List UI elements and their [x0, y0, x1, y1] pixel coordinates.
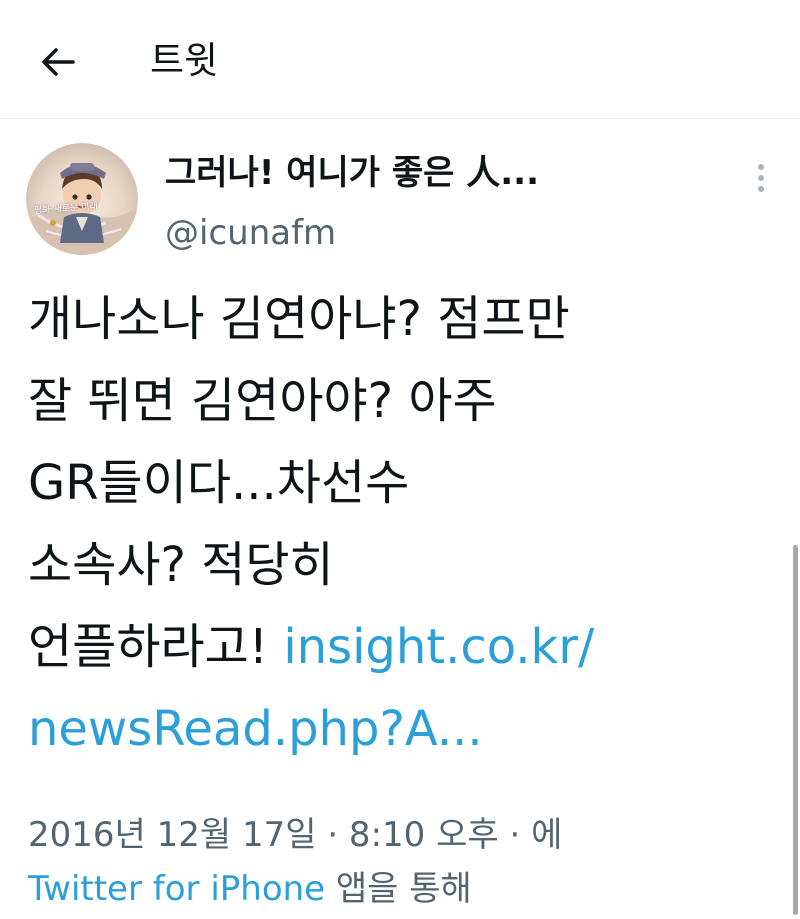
source-app-link[interactable]: Twitter for iPhone: [28, 869, 325, 909]
tweet-line: GR들이다...차선수: [28, 455, 410, 511]
tweet-line: 개나소나 김연아냐? 점프만: [28, 291, 570, 347]
back-button[interactable]: [36, 40, 80, 84]
tweet-line-text: 언플하라고!: [28, 619, 284, 675]
page-title: 트윗: [150, 39, 219, 82]
top-app-bar: 트윗: [0, 0, 800, 119]
author-display-name[interactable]: 그러나! 여니가 좋은 人...: [165, 148, 539, 198]
tweet-metadata: 2016년 12월 17일 · 8:10 오후 · 에 Twitter for …: [28, 808, 798, 916]
tweet-timestamp[interactable]: 2016년 12월 17일 · 8:10 오후 · 에: [28, 808, 798, 862]
more-options-button[interactable]: [744, 158, 778, 198]
avatar[interactable]: 평화 새로운 미래: [26, 143, 138, 255]
tweet-link-continued[interactable]: newsRead.php?A...: [28, 688, 788, 770]
tweet-line: 잘 뛰면 김연아야? 아주: [28, 373, 497, 429]
tweet-link[interactable]: insight.co.kr/: [283, 619, 594, 675]
source-suffix: 앱을 통해: [325, 869, 472, 909]
more-vertical-icon: [758, 164, 764, 192]
tweet-line: 소속사? 적당히: [28, 537, 334, 593]
tweet-source: Twitter for iPhone 앱을 통해: [28, 862, 798, 916]
scrollbar[interactable]: [793, 545, 798, 915]
arrow-left-icon: [42, 48, 75, 76]
tweet-text: 개나소나 김연아냐? 점프만 잘 뛰면 김연아야? 아주 GR들이다...차선수…: [28, 278, 788, 770]
author-handle[interactable]: @icunafm: [165, 208, 336, 258]
tweet-line: 언플하라고! insight.co.kr/: [28, 606, 788, 688]
